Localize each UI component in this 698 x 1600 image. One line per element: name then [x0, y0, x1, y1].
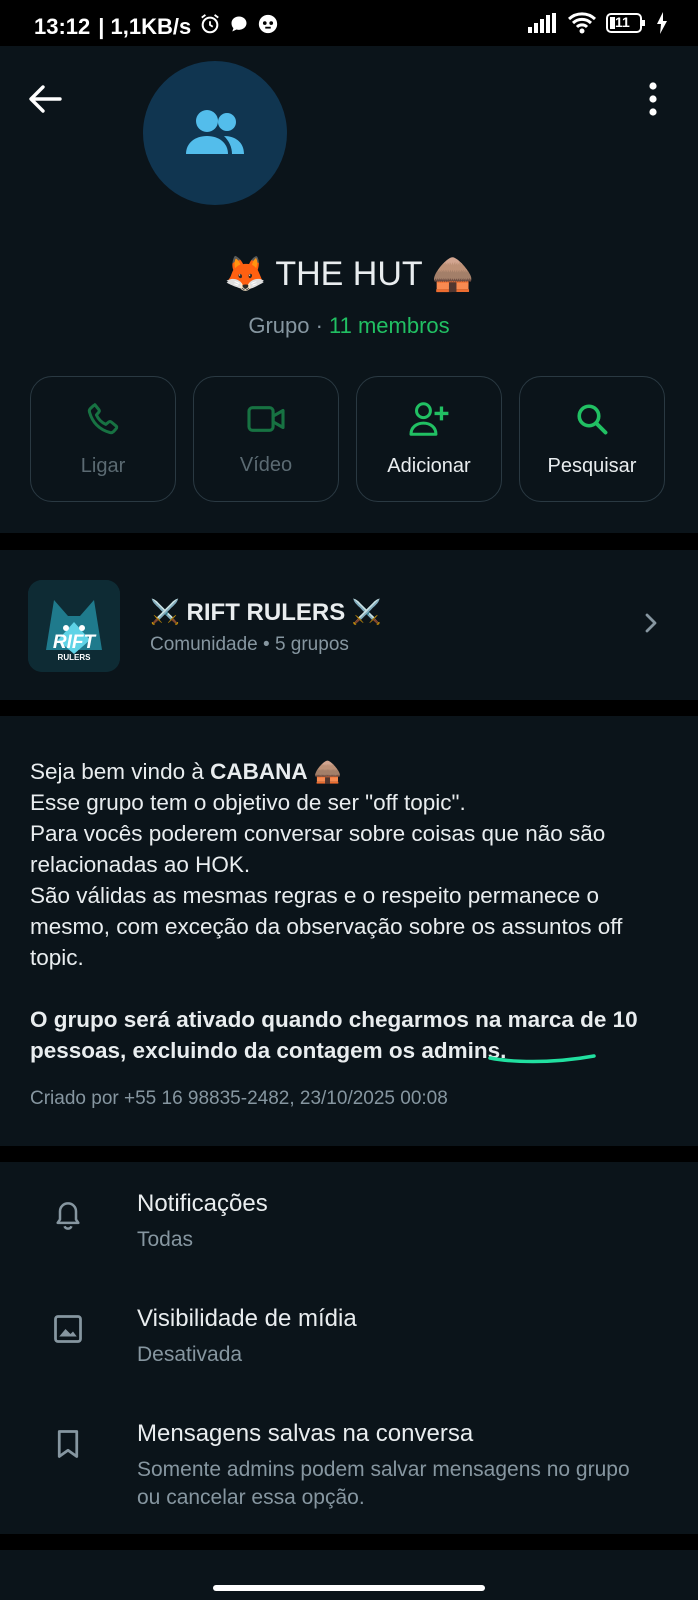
chevron-right-icon — [644, 612, 658, 639]
group-subtitle: Grupo · 11 membros — [0, 313, 698, 339]
description-line-2: Esse grupo tem o objetivo de ser "off to… — [30, 790, 466, 815]
call-button-label: Ligar — [80, 454, 126, 477]
group-title: 🦊 THE HUT 🛖 — [224, 255, 474, 293]
signal-icon — [528, 13, 558, 39]
add-person-icon — [409, 401, 449, 436]
group-description: Seja bem vindo à CABANA 🛖 Esse grupo tem… — [0, 716, 698, 1146]
bell-icon — [52, 1200, 84, 1232]
description-line-3: Para vocês poderem conversar sobre coisa… — [30, 821, 606, 877]
back-button[interactable] — [24, 78, 66, 120]
group-avatar[interactable] — [143, 61, 287, 205]
saved-messages-description: Somente admins podem salvar mensagens no… — [137, 1458, 630, 1509]
description-welcome: Seja bem vindo à — [30, 759, 211, 784]
saved-messages-setting[interactable]: Mensagens salvas na conversa Somente adm… — [0, 1392, 698, 1522]
group-type: Grupo · — [248, 313, 330, 338]
search-icon — [577, 403, 608, 434]
description-line-1: Seja bem vindo à CABANA 🛖 — [30, 756, 680, 787]
phone-icon — [87, 402, 119, 434]
members-count[interactable]: 11 membros — [329, 313, 450, 338]
description-created: Criado por +55 16 98835-2482, 23/10/2025… — [30, 1088, 448, 1109]
image-icon — [52, 1313, 84, 1345]
group-people-icon — [186, 110, 244, 154]
status-bar: 13:12 | 1,1KB/s 11 — [0, 0, 698, 46]
charging-icon — [656, 12, 668, 40]
group-header: 🦊 THE HUT 🛖 Grupo · 11 membros Ligar Víd… — [0, 46, 698, 533]
chat-notification-icon — [229, 14, 249, 40]
next-section — [0, 1550, 698, 1600]
more-vertical-icon — [649, 82, 657, 116]
media-visibility-value: Desativada — [137, 1343, 243, 1366]
alarm-icon — [199, 13, 221, 41]
status-time: 13:12 — [34, 14, 91, 39]
video-icon — [247, 405, 285, 432]
description-hut-emoji: 🛖 — [307, 759, 342, 784]
search-button[interactable]: Pesquisar — [519, 376, 665, 502]
video-button[interactable]: Vídeo — [193, 376, 339, 502]
notifications-title: Notificações — [137, 1190, 268, 1217]
settings-section: Notificações Todas Visibilidade de mídia… — [0, 1162, 698, 1534]
description-text: Seja bem vindo à CABANA 🛖 Esse grupo tem… — [30, 756, 680, 1066]
description-line-4: São válidas as mesmas regras e o respeit… — [30, 883, 623, 970]
app-notification-icon — [257, 13, 279, 41]
add-member-button-label: Adicionar — [387, 454, 471, 477]
community-logo: RIFT RULERS — [28, 580, 120, 672]
video-button-label: Vídeo — [239, 453, 293, 476]
battery-icon: 11 — [606, 12, 646, 40]
arrow-left-icon — [29, 85, 62, 113]
bookmark-icon — [52, 1428, 84, 1460]
wifi-icon — [567, 12, 597, 40]
search-button-label: Pesquisar — [547, 454, 637, 477]
community-name: ⚔️ RIFT RULERS ⚔️ — [150, 599, 382, 626]
home-indicator[interactable] — [213, 1585, 485, 1591]
more-options-button[interactable] — [638, 78, 668, 120]
description-cabana: CABANA — [210, 759, 308, 784]
community-logo-text: RIFT — [52, 632, 96, 653]
status-speed: | 1,1KB/s — [98, 14, 192, 39]
action-buttons: Ligar Vídeo Adicionar Pesquisar — [30, 376, 665, 502]
community-row[interactable]: RIFT RULERS ⚔️ RIFT RULERS ⚔️ Comunidade… — [0, 550, 698, 700]
community-subtitle: Comunidade • 5 grupos — [150, 634, 349, 655]
notifications-value: Todas — [137, 1228, 194, 1251]
media-visibility-title: Visibilidade de mídia — [137, 1305, 357, 1332]
notifications-setting[interactable]: Notificações Todas — [0, 1162, 698, 1262]
annotation-underline — [488, 1054, 596, 1064]
community-logo-subtext: RULERS — [57, 653, 91, 662]
add-member-button[interactable]: Adicionar — [356, 376, 502, 502]
call-button[interactable]: Ligar — [30, 376, 176, 502]
saved-messages-title: Mensagens salvas na conversa — [137, 1420, 474, 1447]
battery-level: 11 — [615, 14, 630, 30]
media-visibility-setting[interactable]: Visibilidade de mídia Desativada — [0, 1277, 698, 1377]
